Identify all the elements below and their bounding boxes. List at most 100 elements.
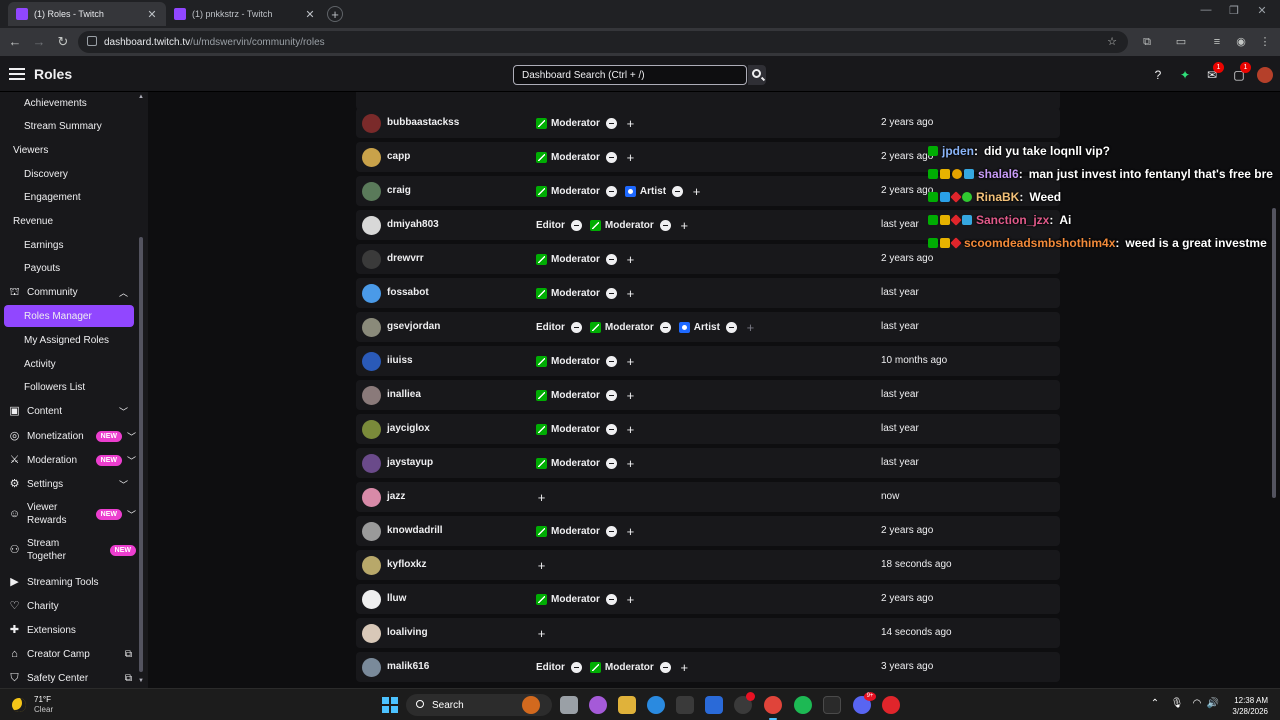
chevron-down-icon[interactable]: ﹀ [127, 508, 136, 521]
edge-icon[interactable] [647, 696, 665, 714]
chevron-down-icon[interactable]: ﹀ [119, 478, 128, 491]
back-icon[interactable]: ← [7, 34, 23, 50]
add-role-icon[interactable]: + [625, 423, 636, 436]
user-avatar[interactable] [1257, 67, 1273, 83]
forward-icon[interactable]: → [31, 34, 47, 50]
dashboard-search-input[interactable]: Dashboard Search (Ctrl + /) [513, 65, 747, 85]
add-role-icon[interactable]: + [625, 355, 636, 368]
remove-role-icon[interactable] [605, 525, 617, 537]
sidebar-item-stream-together[interactable]: ⚇ Stream Together NEW [0, 535, 140, 565]
remove-role-icon[interactable] [605, 355, 617, 367]
reload-icon[interactable]: ↻ [55, 34, 71, 50]
remove-role-icon[interactable] [605, 389, 617, 401]
remove-role-icon[interactable] [570, 321, 582, 333]
weather-widget[interactable]: 71°F Clear [12, 695, 53, 715]
chevron-up-icon[interactable]: ︿ [119, 286, 128, 299]
chat-username[interactable]: Sanction_jzx [976, 213, 1049, 227]
taskbar-clock[interactable]: 12:38 AM 3/28/2026 [1228, 695, 1268, 717]
add-role-icon[interactable]: + [679, 661, 690, 674]
sidebar-item-earnings[interactable]: Earnings [0, 234, 140, 256]
chat-username[interactable]: shalal6 [978, 167, 1019, 181]
xbox-icon[interactable] [823, 696, 841, 714]
chevron-down-icon[interactable]: ﹀ [127, 454, 136, 467]
sidebar-item-discovery[interactable]: Discovery [0, 163, 140, 185]
sidebar-item-content[interactable]: ▣ Content ﹀ [0, 400, 140, 422]
add-role-icon[interactable]: + [625, 287, 636, 300]
sidebar-item-safety-center[interactable]: ⛉ Safety Center ⧉ [0, 667, 140, 688]
copilot-icon[interactable] [589, 696, 607, 714]
chat-username[interactable]: RinaBK [976, 190, 1019, 204]
sidebar-item-viewers[interactable]: Viewers [0, 139, 140, 161]
add-role-icon[interactable]: + [625, 117, 636, 130]
sidebar-item-my-assigned-roles[interactable]: My Assigned Roles [0, 329, 140, 351]
remove-role-icon[interactable] [605, 457, 617, 469]
close-window-icon[interactable]: ✕ [1252, 4, 1272, 17]
add-role-icon[interactable]: + [691, 185, 702, 198]
add-role-icon[interactable]: + [625, 457, 636, 470]
new-tab-button[interactable]: + [327, 6, 343, 22]
sidebar-item-creator-camp[interactable]: ⌂ Creator Camp ⧉ [0, 643, 140, 665]
spotify-icon[interactable] [794, 696, 812, 714]
tray-chevron-icon[interactable]: ⌃ [1148, 698, 1162, 709]
chevron-down-icon[interactable]: ﹀ [119, 405, 128, 418]
chevron-down-icon[interactable]: ﹀ [127, 430, 136, 443]
sidebar-item-roles-manager[interactable]: Roles Manager [4, 305, 134, 327]
chat-username[interactable]: scoomdeadsmbshothim4x [964, 236, 1115, 250]
sidebar-item-streaming-tools[interactable]: ▶ Streaming Tools [0, 571, 140, 593]
remove-role-icon[interactable] [725, 321, 737, 333]
sidebar-item-extensions[interactable]: ✚ Extensions [0, 619, 140, 641]
sidebar-item-moderation[interactable]: ⚔ Moderation NEW ﹀ [0, 449, 140, 471]
sidebar-scroll-thumb[interactable] [139, 237, 143, 672]
profile-icon[interactable]: ◉ [1234, 35, 1248, 49]
sparkle-icon[interactable]: ✦ [1178, 68, 1192, 82]
opera-icon[interactable] [882, 696, 900, 714]
add-role-icon[interactable]: + [625, 525, 636, 538]
remove-role-icon[interactable] [605, 593, 617, 605]
cast-icon[interactable]: ▭ [1174, 35, 1188, 49]
close-tab-icon[interactable]: ✕ [304, 8, 316, 21]
remove-role-icon[interactable] [659, 219, 671, 231]
sidebar-item-followers-list[interactable]: Followers List [0, 376, 140, 398]
mail-icon[interactable] [705, 696, 723, 714]
extensions-icon[interactable]: ⧉ [1140, 35, 1154, 49]
main-scroll-thumb[interactable] [1272, 208, 1276, 498]
add-role-icon[interactable]: + [745, 321, 756, 334]
add-role-icon[interactable]: + [625, 151, 636, 164]
store-icon[interactable] [676, 696, 694, 714]
remove-role-icon[interactable] [659, 321, 671, 333]
hamburger-menu-icon[interactable] [9, 68, 25, 80]
external-link-icon[interactable]: ⧉ [125, 673, 132, 684]
sidebar-item-revenue[interactable]: Revenue [0, 210, 140, 232]
remove-role-icon[interactable] [605, 423, 617, 435]
remove-role-icon[interactable] [570, 219, 582, 231]
remove-role-icon[interactable] [672, 185, 684, 197]
add-role-icon[interactable]: + [536, 627, 547, 640]
volume-icon[interactable]: 🔊 [1206, 698, 1220, 709]
help-icon[interactable]: ? [1151, 68, 1165, 82]
browser-tab-roles[interactable]: (1) Roles - Twitch ✕ [8, 2, 166, 26]
scroll-down-icon[interactable]: ▼ [138, 678, 144, 684]
browser-menu-icon[interactable]: ⋮ [1258, 35, 1272, 49]
chrome-icon[interactable] [764, 696, 782, 720]
windows-start-icon[interactable] [382, 697, 398, 713]
sidebar-item-achievements[interactable]: Achievements [0, 92, 140, 114]
site-info-icon[interactable] [87, 36, 97, 46]
task-view-icon[interactable] [560, 696, 578, 714]
sidebar-item-activity[interactable]: Activity [0, 353, 140, 375]
add-role-icon[interactable]: + [536, 559, 547, 572]
remove-role-icon[interactable] [605, 151, 617, 163]
search-button[interactable] [748, 65, 766, 85]
browser-tab-pnkkstrz[interactable]: (1) pnkkstrz - Twitch ✕ [166, 2, 324, 26]
sidebar-item-monetization[interactable]: ◎ Monetization NEW ﹀ [0, 425, 140, 447]
remove-role-icon[interactable] [659, 661, 671, 673]
sidebar-scrollbar[interactable]: ▲ ▼ [138, 92, 144, 688]
add-role-icon[interactable]: + [625, 389, 636, 402]
sidebar-item-payouts[interactable]: Payouts [0, 257, 140, 279]
remove-role-icon[interactable] [605, 117, 617, 129]
add-role-icon[interactable]: + [625, 253, 636, 266]
add-role-icon[interactable]: + [625, 593, 636, 606]
wifi-icon[interactable]: ◠ [1190, 698, 1204, 709]
sidebar-item-community[interactable]: ⛫ Community ︿ [0, 281, 140, 303]
sidebar-item-stream-summary[interactable]: Stream Summary [0, 115, 140, 137]
add-role-icon[interactable]: + [536, 491, 547, 504]
